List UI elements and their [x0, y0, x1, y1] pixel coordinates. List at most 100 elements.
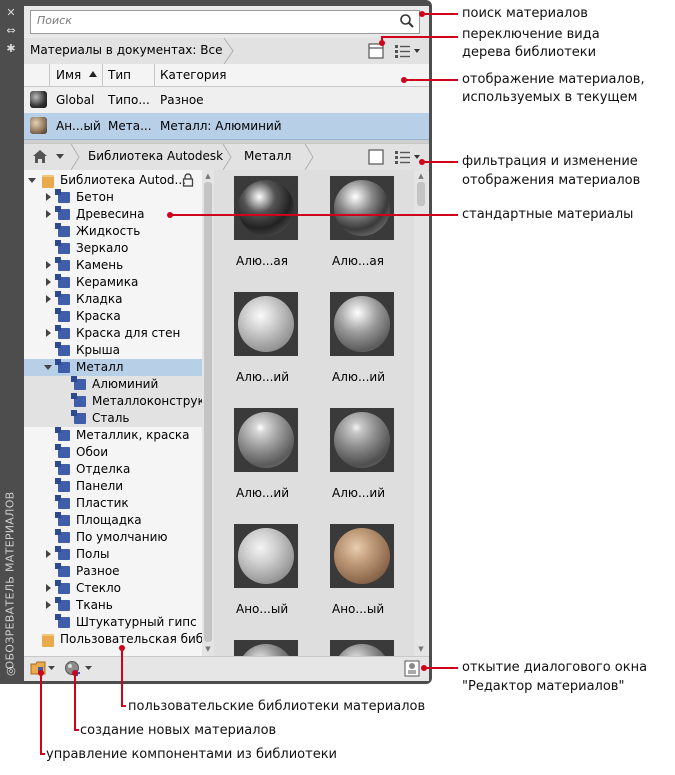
tree-item[interactable]: Сталь	[24, 410, 202, 427]
leader-line	[404, 79, 458, 81]
tree-item[interactable]: Полы	[24, 546, 202, 563]
tree-item[interactable]: Краска	[24, 308, 202, 325]
material-swatch[interactable]	[234, 176, 298, 240]
column-header-type[interactable]: Тип	[108, 68, 131, 82]
tree-item[interactable]: Зеркало	[24, 240, 202, 257]
material-swatch-partial[interactable]	[234, 640, 298, 656]
tree-item[interactable]: Ткань	[24, 597, 202, 614]
collapse-arrow-icon[interactable]	[28, 178, 36, 183]
chevron-down-icon[interactable]	[48, 666, 55, 671]
material-swatch[interactable]	[330, 524, 394, 588]
expand-arrow-icon[interactable]	[46, 210, 51, 218]
column-header-name[interactable]: Имя	[56, 68, 81, 82]
library-view-options-icon[interactable]	[394, 149, 422, 165]
palette-bottom-bar	[24, 656, 429, 681]
annotation-create-materials: создание новых материалов	[80, 723, 277, 738]
tree-item[interactable]: Металлоконструкц...	[24, 393, 202, 410]
material-sphere-preview	[334, 644, 390, 656]
expand-arrow-icon[interactable]	[46, 278, 51, 286]
expand-arrow-icon[interactable]	[46, 584, 51, 592]
table-row[interactable]: Global Типо... Разное	[24, 87, 429, 114]
tree-item[interactable]: Алюминий	[24, 376, 202, 393]
material-swatch[interactable]	[330, 292, 394, 356]
tree-item[interactable]: Штукатурный гипс	[24, 614, 202, 631]
sort-ascending-icon	[89, 71, 97, 77]
document-materials-filter[interactable]: Материалы в документах: Все	[30, 43, 222, 57]
chevron-down-icon[interactable]	[85, 666, 92, 671]
tree-item[interactable]: Площадка	[24, 512, 202, 529]
breadcrumb-category[interactable]: Металл	[244, 149, 291, 163]
tree-item[interactable]: Разное	[24, 563, 202, 580]
tree-toggle-icon[interactable]	[368, 149, 384, 165]
expand-arrow-icon[interactable]	[46, 261, 51, 269]
palette-title-bar[interactable]: ✕ ⇔ ✱ ОБОЗРЕВАТЕЛЬ МАТЕРИАЛОВ ◎	[0, 0, 22, 684]
tree-scroll-thumb[interactable]	[204, 182, 212, 642]
tree-item[interactable]: Жидкость	[24, 223, 202, 240]
material-category-icon	[55, 580, 70, 594]
material-swatch-grid: Алю...ая Алю...ая Алю...ий Алю...ий Алю...ий…	[214, 170, 414, 656]
material-category-icon	[55, 359, 70, 373]
material-editor-icon[interactable]	[404, 660, 420, 677]
material-category-icon	[55, 427, 70, 441]
tree-item[interactable]: По умолчанию	[24, 529, 202, 546]
table-row-selected[interactable]: Ан...ый Мета... Металл: Алюминий	[24, 113, 429, 140]
expand-arrow-icon[interactable]	[46, 550, 51, 558]
material-swatch-caption: Алю...ий	[332, 370, 386, 384]
expand-arrow-icon[interactable]	[46, 193, 51, 201]
tree-item[interactable]: Металлик, краска	[24, 427, 202, 444]
tree-item[interactable]: Крыша	[24, 342, 202, 359]
material-swatch[interactable]	[234, 408, 298, 472]
library-tree[interactable]: Библиотека Autod... Бетон Древесина Жидкост…	[24, 170, 202, 656]
tree-item[interactable]: Пользовательская биб...	[24, 631, 202, 648]
breadcrumb-separator-icon	[222, 144, 232, 170]
tree-item[interactable]: Обои	[24, 444, 202, 461]
tree-item[interactable]: Библиотека Autod...	[24, 172, 202, 189]
auto-hide-icon[interactable]: ⇔	[4, 24, 18, 38]
tree-item[interactable]: Кладка	[24, 291, 202, 308]
home-icon[interactable]	[32, 149, 48, 164]
material-swatch-partial[interactable]	[330, 640, 394, 656]
column-divider[interactable]	[154, 64, 155, 86]
scroll-up-icon[interactable]: ▲	[204, 172, 212, 180]
expand-arrow-icon[interactable]	[46, 601, 51, 609]
row-type: Типо...	[108, 93, 150, 107]
collapse-arrow-icon[interactable]	[44, 365, 52, 370]
tree-item-selected[interactable]: Металл	[24, 359, 202, 376]
scroll-up-icon[interactable]: ▲	[417, 172, 425, 180]
material-swatch[interactable]	[234, 524, 298, 588]
tree-item-label: Камень	[76, 258, 124, 272]
tree-scrollbar[interactable]: ▲ ▼	[202, 170, 214, 656]
close-icon[interactable]: ✕	[4, 6, 18, 20]
scroll-down-icon[interactable]: ▼	[204, 645, 212, 653]
tree-item[interactable]: Отделка	[24, 461, 202, 478]
tree-item[interactable]: Бетон	[24, 189, 202, 206]
tree-item[interactable]: Краска для стен	[24, 325, 202, 342]
material-swatch[interactable]	[330, 408, 394, 472]
tree-item-label: Обои	[76, 445, 108, 459]
material-swatch[interactable]	[330, 176, 394, 240]
search-icon[interactable]	[399, 13, 415, 29]
tree-item-label: Древесина	[76, 207, 145, 221]
swatch-scroll-thumb[interactable]	[417, 182, 425, 206]
tree-item[interactable]: Керамика	[24, 274, 202, 291]
scroll-down-icon[interactable]: ▼	[417, 645, 425, 653]
column-divider[interactable]	[102, 64, 103, 86]
expand-arrow-icon[interactable]	[46, 295, 51, 303]
tree-item[interactable]: Панели	[24, 478, 202, 495]
leader-line	[40, 672, 42, 754]
column-header-category[interactable]: Категория	[160, 68, 227, 82]
tree-item[interactable]: Камень	[24, 257, 202, 274]
tree-item-label: Жидкость	[76, 224, 141, 238]
tree-item-label: Площадка	[76, 513, 142, 527]
list-view-options-icon[interactable]	[394, 43, 422, 59]
material-swatch[interactable]	[234, 292, 298, 356]
expand-arrow-icon[interactable]	[46, 329, 51, 337]
swatch-scrollbar[interactable]: ▲ ▼	[414, 170, 428, 656]
properties-icon[interactable]: ✱	[4, 42, 18, 56]
annotation-manage-components: управление компонентами из библиотеки	[46, 747, 338, 762]
tree-item[interactable]: Стекло	[24, 580, 202, 597]
chevron-down-icon[interactable]	[56, 154, 64, 160]
breadcrumb-library[interactable]: Библиотека Autodesk	[88, 149, 223, 163]
tree-item[interactable]: Пластик	[24, 495, 202, 512]
search-input[interactable]: Поиск	[30, 10, 420, 34]
